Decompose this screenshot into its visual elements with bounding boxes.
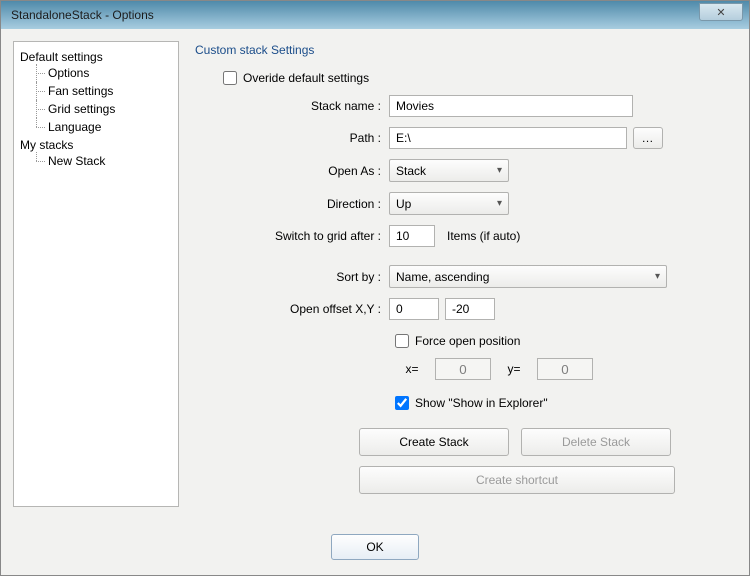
chevron-down-icon: ▾ xyxy=(655,271,660,282)
path-input[interactable] xyxy=(389,127,627,149)
override-defaults-checkbox[interactable]: Overide default settings xyxy=(223,71,369,85)
settings-tree: Default settings Options Fan settings Gr… xyxy=(13,41,179,507)
custom-stack-settings-panel: Custom stack Settings Overide default se… xyxy=(191,41,737,507)
open-as-label: Open As : xyxy=(199,164,389,178)
show-in-explorer-input[interactable] xyxy=(395,396,409,410)
switch-to-grid-label: Switch to grid after : xyxy=(199,229,389,243)
open-offset-label: Open offset X,Y : xyxy=(199,302,389,316)
delete-stack-button[interactable]: Delete Stack xyxy=(521,428,671,456)
force-open-position-input[interactable] xyxy=(395,334,409,348)
close-button[interactable]: ✕ xyxy=(699,3,743,21)
tree-root-my-stacks[interactable]: My stacks New Stack xyxy=(20,138,174,170)
override-defaults-input[interactable] xyxy=(223,71,237,85)
chevron-down-icon: ▾ xyxy=(497,165,502,176)
coord-y-label: y= xyxy=(501,362,527,376)
direction-label: Direction : xyxy=(199,197,389,211)
ok-button[interactable]: OK xyxy=(331,534,419,560)
tree-root-default[interactable]: Default settings Options Fan settings Gr… xyxy=(20,50,174,136)
switch-suffix: Items (if auto) xyxy=(447,229,520,243)
coord-x-input xyxy=(435,358,491,380)
coord-x-label: x= xyxy=(399,362,425,376)
create-stack-button[interactable]: Create Stack xyxy=(359,428,509,456)
browse-button[interactable]: … xyxy=(633,127,663,149)
tree-item-fan-settings[interactable]: Fan settings xyxy=(34,82,174,100)
titlebar: StandaloneStack - Options ✕ xyxy=(1,1,749,29)
window-title: StandaloneStack - Options xyxy=(7,8,154,22)
create-shortcut-button[interactable]: Create shortcut xyxy=(359,466,675,494)
close-icon: ✕ xyxy=(716,6,725,19)
force-open-coords: x= y= xyxy=(199,358,719,380)
direction-select[interactable]: Up ▾ xyxy=(389,192,509,215)
tree-item-options[interactable]: Options xyxy=(34,64,174,82)
open-offset-y-input[interactable] xyxy=(445,298,495,320)
group-title: Custom stack Settings xyxy=(195,43,737,57)
tree-item-grid-settings[interactable]: Grid settings xyxy=(34,100,174,118)
switch-to-grid-input[interactable] xyxy=(389,225,435,247)
open-as-select[interactable]: Stack ▾ xyxy=(389,159,509,182)
coord-y-input xyxy=(537,358,593,380)
ellipsis-icon: … xyxy=(642,131,655,145)
tree-item-new-stack[interactable]: New Stack xyxy=(34,152,174,170)
sort-by-label: Sort by : xyxy=(199,270,389,284)
stack-name-input[interactable] xyxy=(389,95,633,117)
open-offset-x-input[interactable] xyxy=(389,298,439,320)
chevron-down-icon: ▾ xyxy=(497,198,502,209)
show-in-explorer-checkbox[interactable]: Show "Show in Explorer" xyxy=(395,396,548,410)
force-open-position-checkbox[interactable]: Force open position xyxy=(395,334,520,348)
sort-by-select[interactable]: Name, ascending ▾ xyxy=(389,265,667,288)
body: Default settings Options Fan settings Gr… xyxy=(1,29,749,519)
tree-item-language[interactable]: Language xyxy=(34,118,174,136)
path-label: Path : xyxy=(199,131,389,145)
options-window: StandaloneStack - Options ✕ Default sett… xyxy=(0,0,750,576)
footer: OK xyxy=(1,519,749,575)
stack-name-label: Stack name : xyxy=(199,99,389,113)
